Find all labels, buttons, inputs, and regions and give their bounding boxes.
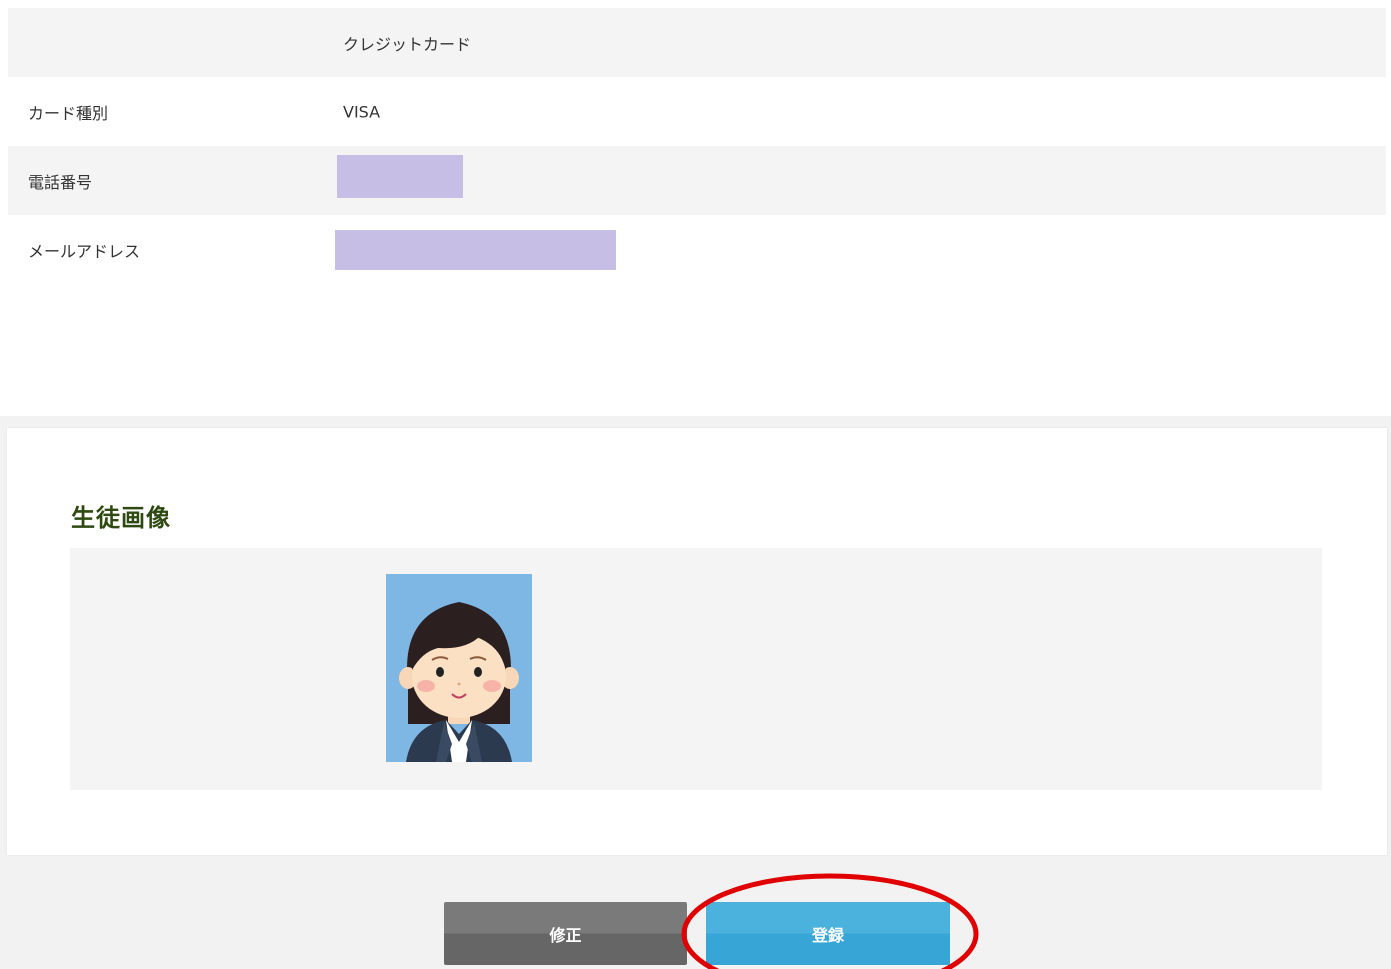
info-table: クレジットカード カード種別 VISA 電話番号 メールアドレス [8, 8, 1386, 284]
section-title: 生徒画像 [71, 504, 171, 532]
edit-button[interactable]: 修正 [444, 902, 687, 965]
student-photo [386, 574, 532, 762]
payment-method-value: クレジットカード [343, 34, 472, 54]
row-email: メールアドレス [8, 215, 1386, 284]
student-photo-card: 生徒画像 [7, 428, 1387, 855]
row-phone: 電話番号 [8, 146, 1386, 215]
row-card-type: カード種別 VISA [8, 77, 1386, 146]
card-type-label: カード種別 [28, 103, 109, 123]
phone-label: 電話番号 [28, 172, 93, 192]
phone-redaction [337, 155, 463, 198]
card-type-value: VISA [343, 102, 381, 121]
photo-panel [70, 548, 1322, 790]
email-label: メールアドレス [28, 241, 141, 261]
row-payment-method: クレジットカード [8, 8, 1386, 77]
confirmation-page: クレジットカード カード種別 VISA 電話番号 メールアドレス 生徒画像 修正… [0, 0, 1391, 969]
register-button[interactable]: 登録 [706, 902, 950, 965]
email-redaction [335, 230, 616, 270]
